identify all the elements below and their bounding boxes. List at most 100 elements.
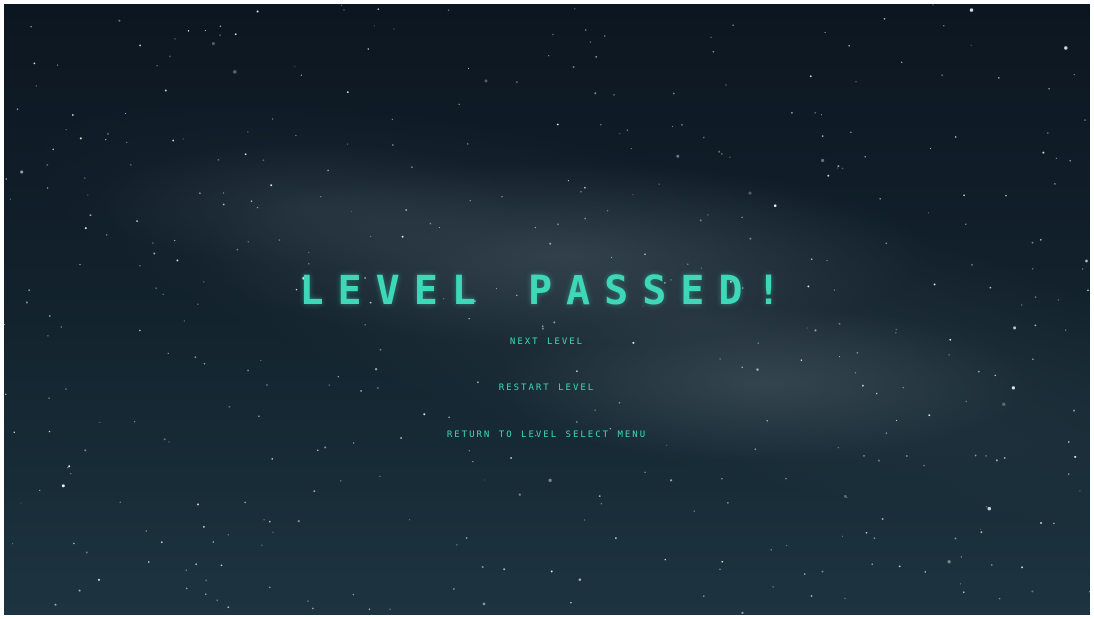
star xyxy=(472,461,474,463)
star xyxy=(549,242,552,245)
star xyxy=(1034,324,1037,327)
star xyxy=(312,607,314,610)
star xyxy=(510,457,512,459)
star xyxy=(340,4,343,6)
star xyxy=(153,252,156,255)
star xyxy=(164,89,167,92)
star xyxy=(576,370,578,373)
star xyxy=(943,25,945,27)
star xyxy=(133,420,136,423)
star xyxy=(307,600,309,602)
star xyxy=(838,322,841,325)
star xyxy=(176,259,179,262)
star xyxy=(263,519,265,521)
star xyxy=(220,564,223,567)
star xyxy=(458,103,460,106)
star xyxy=(877,459,880,462)
star xyxy=(484,79,488,83)
star xyxy=(79,137,82,140)
star xyxy=(469,200,471,202)
star xyxy=(1021,566,1024,569)
star xyxy=(89,214,92,217)
star xyxy=(930,147,932,150)
star xyxy=(748,191,752,195)
star xyxy=(139,44,142,47)
star xyxy=(392,144,394,146)
star xyxy=(703,595,705,597)
star xyxy=(618,401,621,404)
star xyxy=(119,501,122,504)
star xyxy=(453,588,455,590)
next-level-button[interactable]: NEXT LEVEL xyxy=(4,337,1090,347)
star xyxy=(405,209,408,211)
star xyxy=(294,66,296,68)
star xyxy=(197,503,199,506)
star xyxy=(600,503,603,505)
star xyxy=(1002,402,1006,407)
star xyxy=(786,544,788,547)
star xyxy=(974,454,977,457)
star xyxy=(219,25,222,27)
star xyxy=(515,81,518,84)
star xyxy=(725,84,727,86)
star xyxy=(553,321,556,324)
star xyxy=(584,186,586,189)
star xyxy=(954,537,957,540)
star xyxy=(1040,522,1042,524)
star xyxy=(965,400,968,403)
star xyxy=(613,94,615,96)
star xyxy=(307,263,310,265)
star xyxy=(85,551,88,554)
star xyxy=(630,148,632,150)
star xyxy=(300,74,302,76)
star xyxy=(821,135,824,137)
star xyxy=(129,163,132,166)
star xyxy=(374,368,378,371)
star xyxy=(195,563,198,566)
star xyxy=(885,242,888,245)
star xyxy=(295,134,297,137)
star xyxy=(467,67,470,70)
star xyxy=(353,442,355,444)
star xyxy=(429,222,432,225)
star xyxy=(814,111,817,114)
star xyxy=(821,570,824,573)
star xyxy=(46,163,49,166)
star xyxy=(347,143,349,145)
star xyxy=(619,132,621,135)
star xyxy=(658,183,660,185)
star xyxy=(448,416,450,419)
star xyxy=(594,409,597,412)
star xyxy=(409,519,411,521)
star xyxy=(465,537,468,539)
star xyxy=(741,611,744,615)
star xyxy=(632,194,634,196)
return-to-level-select-button[interactable]: RETURN TO LEVEL SELECT MENU xyxy=(4,430,1090,440)
star xyxy=(719,358,722,360)
star xyxy=(741,366,743,368)
restart-level-button[interactable]: RESTART LEVEL xyxy=(4,383,1090,393)
star xyxy=(718,150,721,153)
star xyxy=(871,563,873,565)
star xyxy=(541,327,544,330)
star xyxy=(4,323,6,326)
star xyxy=(1073,73,1075,76)
star xyxy=(1054,183,1056,185)
star xyxy=(364,324,366,326)
star xyxy=(970,44,972,46)
star xyxy=(824,31,826,34)
star xyxy=(749,237,752,240)
star xyxy=(65,128,67,131)
star xyxy=(809,75,812,78)
star xyxy=(244,501,247,504)
star xyxy=(1003,456,1006,459)
star xyxy=(482,602,486,606)
star xyxy=(998,597,1001,600)
star xyxy=(846,496,848,499)
star xyxy=(821,158,825,163)
star xyxy=(79,264,81,266)
star xyxy=(928,414,931,417)
star xyxy=(262,159,265,162)
star xyxy=(572,66,575,68)
star xyxy=(373,25,375,27)
